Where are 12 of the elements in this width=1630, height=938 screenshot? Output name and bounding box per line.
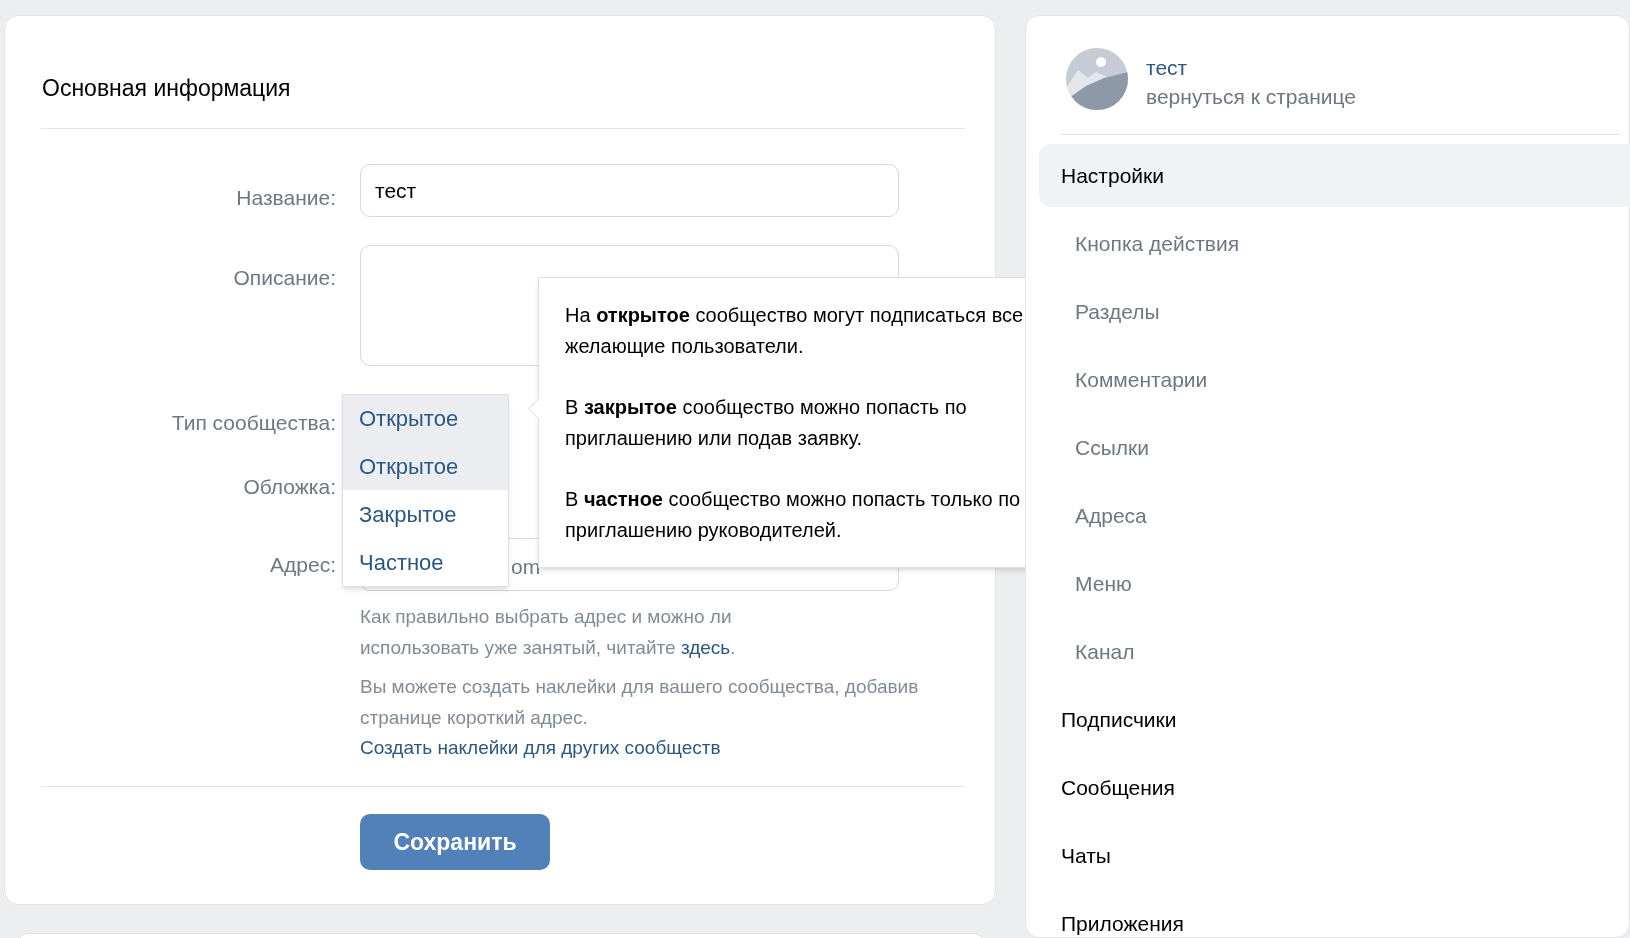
- field-label: Тип сообщества:: [171, 410, 336, 436]
- tooltip-text: В частное сообщество можно попасть только по приглашению руководителей.: [565, 487, 1022, 543]
- section-title: Основная информация: [42, 74, 291, 103]
- field-label: Описание:: [233, 265, 336, 291]
- field-label: Адрес:: [270, 552, 336, 578]
- tooltip-text: На открытое сообщество могут подписаться все желающие пользователи.: [565, 303, 1025, 359]
- tooltip-text: В закрытое сообщество можно попасть по приглашению или подав заявку.: [565, 395, 968, 451]
- field-label: Обложка:: [243, 474, 336, 500]
- help-text: Вы можете создать наклейки для вашего сообщества, добавив странице короткий адрес.: [360, 675, 920, 730]
- address-value: om: [511, 554, 541, 580]
- field-label: Название:: [236, 185, 336, 211]
- help-text: Как правильно выбрать адрес и можно ли использовать уже занятый, читайте здесь.: [360, 605, 737, 660]
